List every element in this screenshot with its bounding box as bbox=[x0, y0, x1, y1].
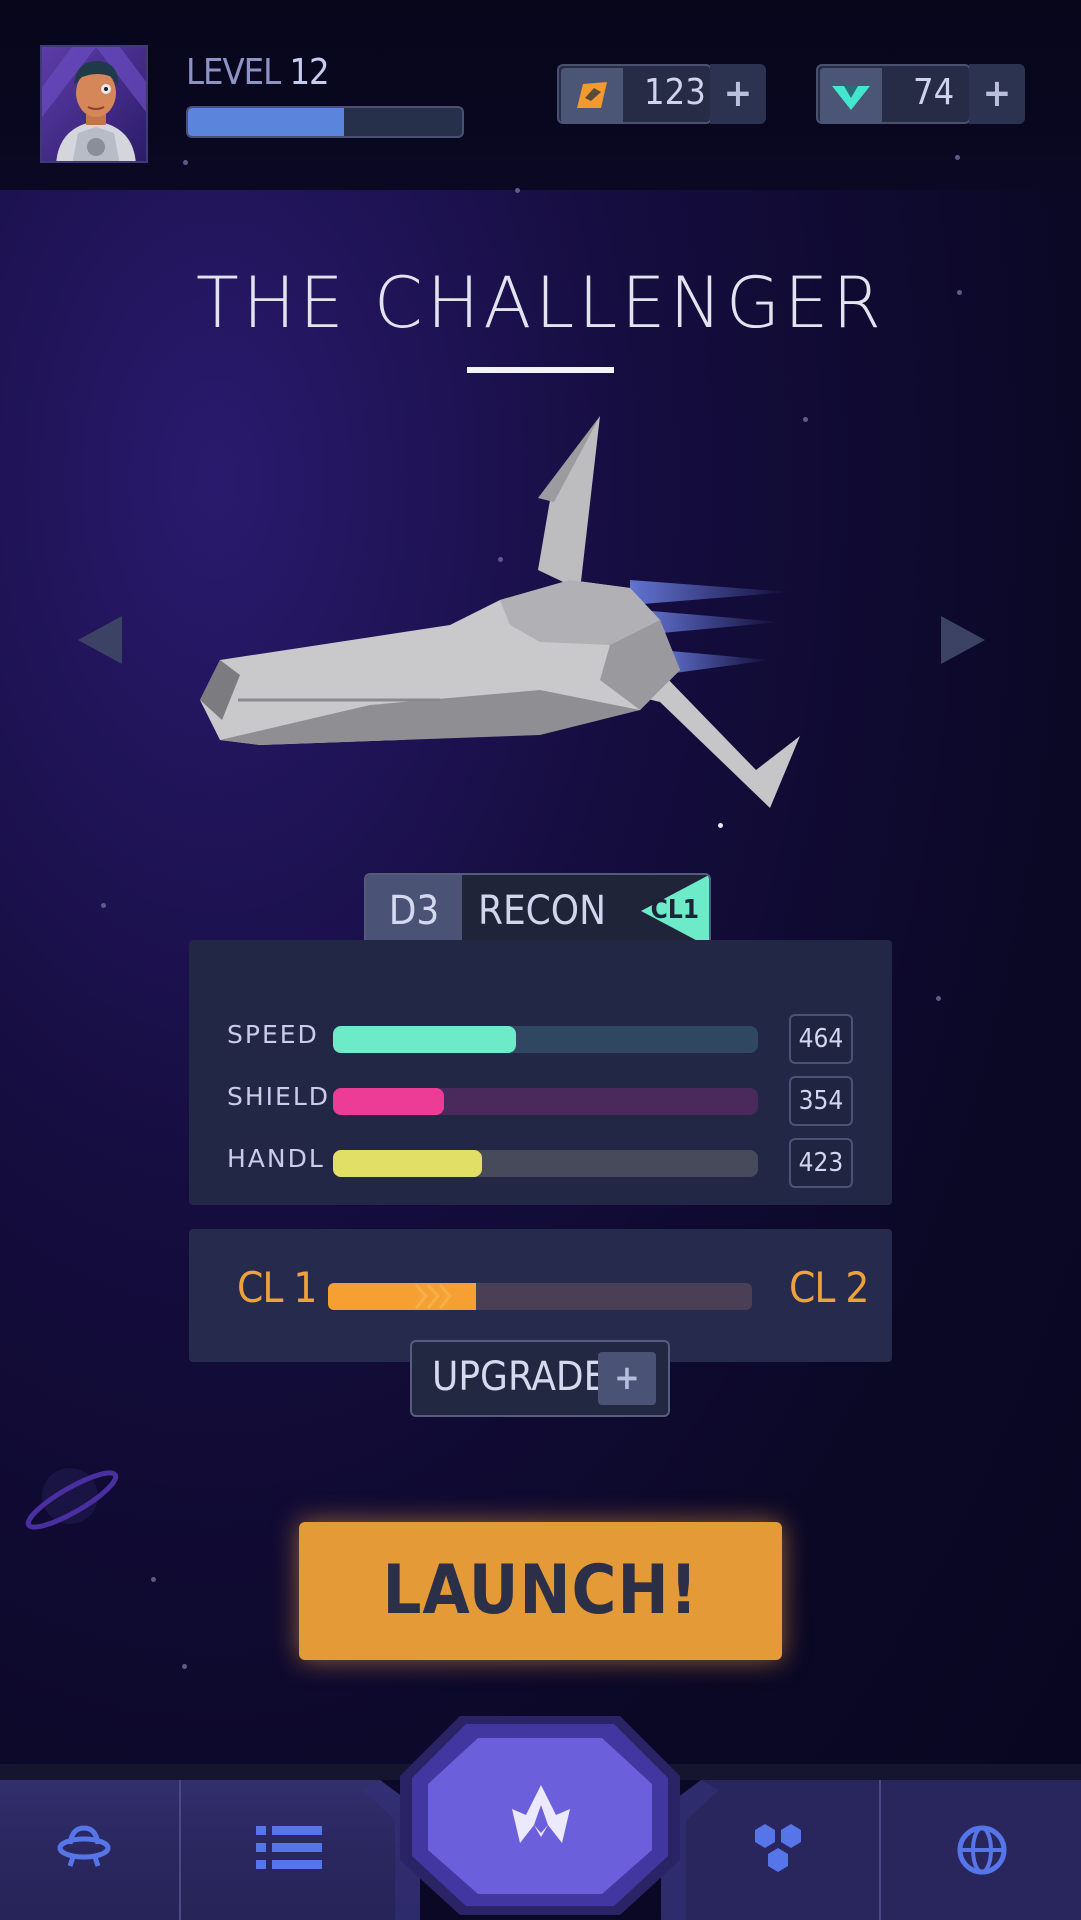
stat-bar bbox=[333, 1088, 758, 1115]
ship-tier: D3 bbox=[366, 875, 462, 945]
ship-icon bbox=[512, 1785, 570, 1843]
stat-speed: SPEED 464 bbox=[189, 1014, 892, 1064]
class-badge-label: CL1 bbox=[650, 895, 699, 925]
stat-bar bbox=[333, 1026, 758, 1053]
add-gems-button[interactable]: + bbox=[969, 64, 1025, 124]
ship-role: RECON bbox=[477, 888, 607, 934]
nav-world[interactable] bbox=[882, 1780, 1081, 1920]
star bbox=[955, 155, 960, 160]
player-avatar[interactable] bbox=[40, 45, 148, 163]
star bbox=[515, 188, 520, 193]
stat-bar-fill bbox=[333, 1088, 444, 1115]
add-coins-button[interactable]: + bbox=[710, 64, 766, 124]
gems-box: 74 bbox=[816, 64, 971, 124]
level-prefix: LEVEL bbox=[186, 52, 281, 93]
nav-list[interactable] bbox=[182, 1780, 420, 1920]
plus-icon: + bbox=[598, 1352, 656, 1405]
star bbox=[151, 1577, 156, 1582]
star bbox=[101, 903, 106, 908]
stat-shield: SHIELD 354 bbox=[189, 1076, 892, 1126]
list-icon bbox=[256, 1826, 322, 1869]
xp-progress-bar bbox=[186, 106, 464, 138]
stats-panel: SPEED 464 SHIELD 354 HANDL 423 bbox=[189, 940, 892, 1205]
stat-bar bbox=[333, 1150, 758, 1177]
hexagons-icon bbox=[755, 1824, 801, 1872]
star bbox=[718, 823, 723, 828]
star bbox=[183, 160, 188, 165]
xp-progress-fill bbox=[188, 108, 345, 136]
ship-name: THE CHALLENGER bbox=[196, 262, 885, 344]
stat-value: 354 bbox=[789, 1076, 853, 1126]
gems-value: 74 bbox=[913, 72, 955, 113]
upgrade-label: UPGRADE bbox=[432, 1354, 607, 1400]
next-class-label: CL 2 bbox=[789, 1263, 869, 1312]
stat-bar-fill bbox=[333, 1150, 482, 1177]
stat-value: 423 bbox=[789, 1138, 853, 1188]
gems-counter: 74 + bbox=[816, 64, 1025, 128]
stat-label: SHIELD bbox=[227, 1082, 331, 1111]
ship-class-tag: D3 RECON CL1 bbox=[364, 873, 711, 947]
nav-hangar[interactable] bbox=[430, 1725, 651, 1920]
triangle-left-icon[interactable] bbox=[78, 616, 122, 664]
planet-icon bbox=[25, 1468, 119, 1530]
star bbox=[182, 1664, 187, 1669]
coins-counter: 123 + bbox=[557, 64, 766, 128]
nav-ships[interactable] bbox=[0, 1780, 180, 1920]
level-label: LEVEL 12 bbox=[186, 52, 330, 93]
stat-bar-fill bbox=[333, 1026, 516, 1053]
coins-box: 123 bbox=[557, 64, 712, 124]
nav-upgrades[interactable] bbox=[661, 1780, 880, 1920]
star bbox=[936, 996, 941, 1001]
level-number: 12 bbox=[289, 52, 329, 93]
title-underline bbox=[467, 367, 614, 373]
class-badge: CL1 bbox=[639, 875, 709, 945]
coins-value: 123 bbox=[644, 72, 706, 113]
globe-icon bbox=[957, 1825, 1007, 1875]
class-progress-fill bbox=[328, 1283, 477, 1310]
launch-button[interactable]: LAUNCH! bbox=[299, 1522, 782, 1660]
class-progress-bar bbox=[328, 1283, 752, 1310]
triangle-right-icon[interactable] bbox=[941, 616, 985, 664]
stat-handling: HANDL 423 bbox=[189, 1138, 892, 1188]
stat-value: 464 bbox=[789, 1014, 853, 1064]
stat-label: HANDL bbox=[227, 1144, 325, 1173]
current-class-label: CL 1 bbox=[237, 1263, 317, 1312]
gem-icon bbox=[820, 68, 882, 124]
coin-icon bbox=[561, 68, 623, 124]
upgrade-button[interactable]: UPGRADE + bbox=[410, 1340, 670, 1417]
ufo-icon bbox=[57, 1825, 111, 1867]
stat-label: SPEED bbox=[227, 1020, 319, 1049]
ship-illustration bbox=[200, 416, 800, 808]
chevrons-icon bbox=[415, 1283, 477, 1310]
